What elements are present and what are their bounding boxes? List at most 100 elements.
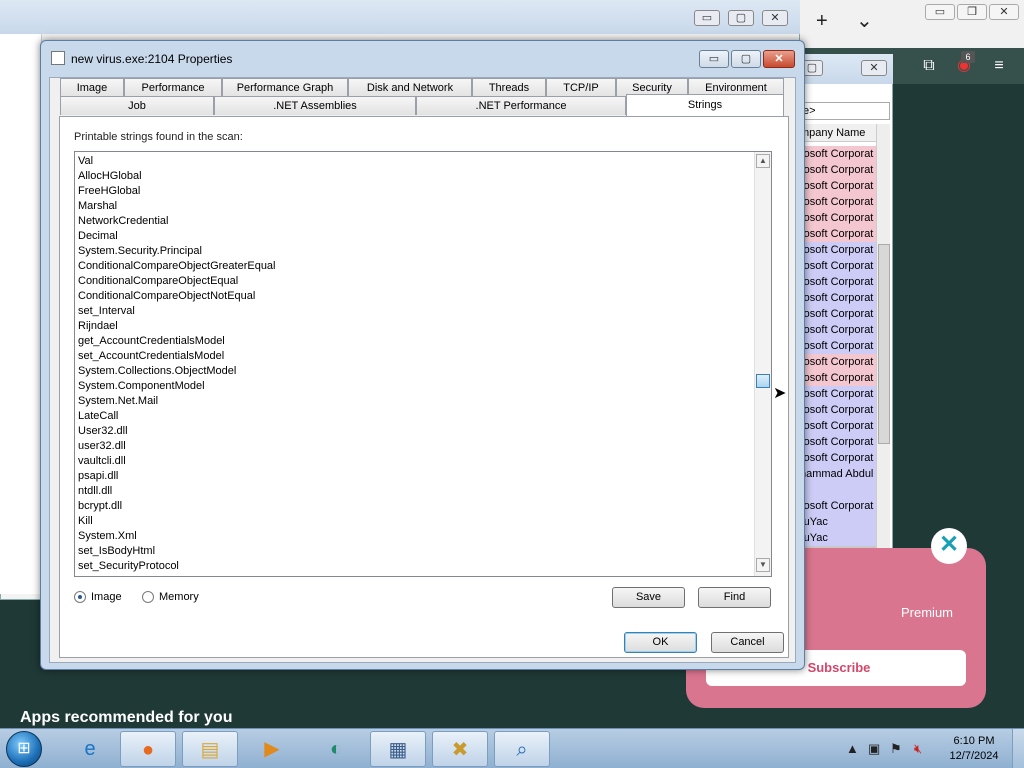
string-item[interactable]: vaultcli.dll xyxy=(78,454,752,469)
browser-minimize-button[interactable]: ▭ xyxy=(925,4,955,20)
pe-process-row[interactable]: rosoft Corporat xyxy=(800,418,876,434)
tab-list-button[interactable]: ⌄ xyxy=(856,8,873,33)
tab-job[interactable]: Job xyxy=(60,96,214,115)
string-item[interactable]: ConditionalCompareObjectGreaterEqual xyxy=(78,259,752,274)
pe-scroll-thumb[interactable] xyxy=(878,244,890,444)
string-item[interactable]: LateCall xyxy=(78,409,752,424)
string-item[interactable]: bcrypt.dll xyxy=(78,499,752,514)
pe-process-row[interactable]: rosoft Corporat xyxy=(800,386,876,402)
save-button[interactable]: Save xyxy=(612,587,685,608)
pe-process-row[interactable] xyxy=(800,482,876,498)
tab-performance-graph[interactable]: Performance Graph xyxy=(222,78,348,97)
strings-scrollbar[interactable]: ▲ ➤ ▼ xyxy=(754,152,786,576)
radio-image-option[interactable]: Image xyxy=(74,591,122,603)
tab-performance[interactable]: Performance xyxy=(124,78,222,97)
pe-process-row[interactable]: rosoft Corporat xyxy=(800,242,876,258)
taskbar-edge-icon[interactable]: ◐ xyxy=(308,731,364,767)
pe-process-row[interactable]: rosoft Corporat xyxy=(800,194,876,210)
string-item[interactable]: User32.dll xyxy=(78,424,752,439)
radio-image[interactable] xyxy=(74,591,86,603)
tab-threads[interactable]: Threads xyxy=(472,78,546,97)
tray-show-hidden-icon[interactable]: ▲ xyxy=(846,741,859,756)
tab-strings[interactable]: Strings xyxy=(626,94,784,116)
pe-column-company-name[interactable]: mpany Name xyxy=(800,124,878,142)
close-button[interactable]: ✕ xyxy=(763,50,795,68)
strings-listbox[interactable]: Val AllocHGlobal FreeHGlobal Marshal Network… xyxy=(74,151,786,577)
string-item[interactable]: System.Net.Mail xyxy=(78,394,752,409)
pe-process-row[interactable]: rosoft Corporat xyxy=(800,450,876,466)
start-button[interactable]: ⊞ xyxy=(6,731,42,767)
string-item[interactable]: set_Interval xyxy=(78,304,752,319)
string-item[interactable]: ConditionalCompareObjectNotEqual xyxy=(78,289,752,304)
explorer-close-button[interactable]: ✕ xyxy=(762,10,788,26)
pe-process-row[interactable]: rosoft Corporat xyxy=(800,354,876,370)
radio-memory-option[interactable]: Memory xyxy=(142,591,199,603)
pe-process-row[interactable]: hammad Abdul xyxy=(800,466,876,482)
explorer-minimize-button[interactable]: ▭ xyxy=(694,10,720,26)
pe-process-row[interactable]: rosoft Corporat xyxy=(800,210,876,226)
radio-memory[interactable] xyxy=(142,591,154,603)
pe-process-row[interactable]: ruYac xyxy=(800,514,876,530)
pe-process-row[interactable]: rosoft Corporat xyxy=(800,178,876,194)
extensions-icon[interactable]: ⧉ xyxy=(918,56,940,76)
explorer-maximize-button[interactable]: ▢ xyxy=(728,10,754,26)
pe-process-row[interactable]: rosoft Corporat xyxy=(800,146,876,162)
new-tab-button[interactable]: + xyxy=(816,10,828,33)
pe-scrollbar[interactable] xyxy=(876,124,890,602)
string-item[interactable]: Kill xyxy=(78,514,752,529)
string-item[interactable]: Val xyxy=(78,154,752,169)
taskbar-tool-icon[interactable]: ✖ xyxy=(432,731,488,767)
pe-process-row[interactable]: rosoft Corporat xyxy=(800,434,876,450)
pe-close-button[interactable]: ✕ xyxy=(861,60,887,76)
pe-filter-input[interactable]: e> xyxy=(800,102,890,120)
string-item[interactable]: get_AccountCredentialsModel xyxy=(78,334,752,349)
tab-net-assemblies[interactable]: .NET Assemblies xyxy=(214,96,416,115)
string-item[interactable]: ConditionalCompareObjectEqual xyxy=(78,274,752,289)
taskbar-ie-icon[interactable]: e xyxy=(62,731,118,767)
pe-process-row[interactable]: rosoft Corporat xyxy=(800,258,876,274)
pe-process-row[interactable]: rosoft Corporat xyxy=(800,274,876,290)
string-item[interactable]: set_IsBodyHtml xyxy=(78,544,752,559)
taskbar-process-explorer-icon[interactable]: ⌕ xyxy=(494,731,550,767)
tray-volume-muted-icon[interactable]: 🔇︎ xyxy=(914,741,922,757)
browser-restore-button[interactable]: ❐ xyxy=(957,4,987,20)
show-desktop-button[interactable] xyxy=(1012,729,1024,768)
scroll-thumb[interactable]: ➤ xyxy=(756,374,786,402)
string-item[interactable]: Rijndael xyxy=(78,319,752,334)
scroll-down-arrow-icon[interactable]: ▼ xyxy=(756,558,770,572)
ok-button[interactable]: OK xyxy=(624,632,697,653)
strings-list[interactable]: Val AllocHGlobal FreeHGlobal Marshal Network… xyxy=(78,154,752,574)
string-item[interactable]: AllocHGlobal xyxy=(78,169,752,184)
taskbar-media-player-icon[interactable]: ▶ xyxy=(244,731,300,767)
tab-tcp-ip[interactable]: TCP/IP xyxy=(546,78,616,97)
string-item[interactable]: System.Collections.ObjectModel xyxy=(78,364,752,379)
pe-process-list[interactable]: rosoft Corporat rosoft Corporat rosoft Cor… xyxy=(800,146,876,594)
pe-process-row[interactable]: rosoft Corporat xyxy=(800,322,876,338)
pe-process-row[interactable]: rosoft Corporat xyxy=(800,370,876,386)
minimize-button[interactable]: ▭ xyxy=(699,50,729,68)
string-item[interactable]: System.ComponentModel xyxy=(78,379,752,394)
tray-network-icon[interactable]: ▣ xyxy=(868,741,880,757)
string-item[interactable]: ntdll.dll xyxy=(78,484,752,499)
string-item[interactable]: user32.dll xyxy=(78,439,752,454)
browser-close-button[interactable]: ✕ xyxy=(989,4,1019,20)
clock[interactable]: 6:10 PM 12/7/2024 xyxy=(944,734,1004,764)
string-item[interactable]: set_SecurityProtocol xyxy=(78,559,752,574)
taskbar-explorer-icon[interactable]: ▤ xyxy=(182,731,238,767)
scroll-up-arrow-icon[interactable]: ▲ xyxy=(756,154,770,168)
tab-net-performance[interactable]: .NET Performance xyxy=(416,96,626,115)
string-item[interactable]: System.Xml xyxy=(78,529,752,544)
maximize-button[interactable]: ▢ xyxy=(731,50,761,68)
string-item[interactable]: System.Security.Principal xyxy=(78,244,752,259)
menu-icon[interactable]: ≡ xyxy=(988,56,1010,76)
find-button[interactable]: Find xyxy=(698,587,771,608)
string-item[interactable]: psapi.dll xyxy=(78,469,752,484)
pe-process-row[interactable]: rosoft Corporat xyxy=(800,290,876,306)
pe-process-row[interactable]: rosoft Corporat xyxy=(800,498,876,514)
string-item[interactable]: Decimal xyxy=(78,229,752,244)
pe-process-row[interactable]: ruYac xyxy=(800,530,876,546)
pe-process-row[interactable]: rosoft Corporat xyxy=(800,162,876,178)
pe-process-row[interactable]: rosoft Corporat xyxy=(800,226,876,242)
string-item[interactable]: NetworkCredential xyxy=(78,214,752,229)
pe-process-row[interactable]: rosoft Corporat xyxy=(800,338,876,354)
